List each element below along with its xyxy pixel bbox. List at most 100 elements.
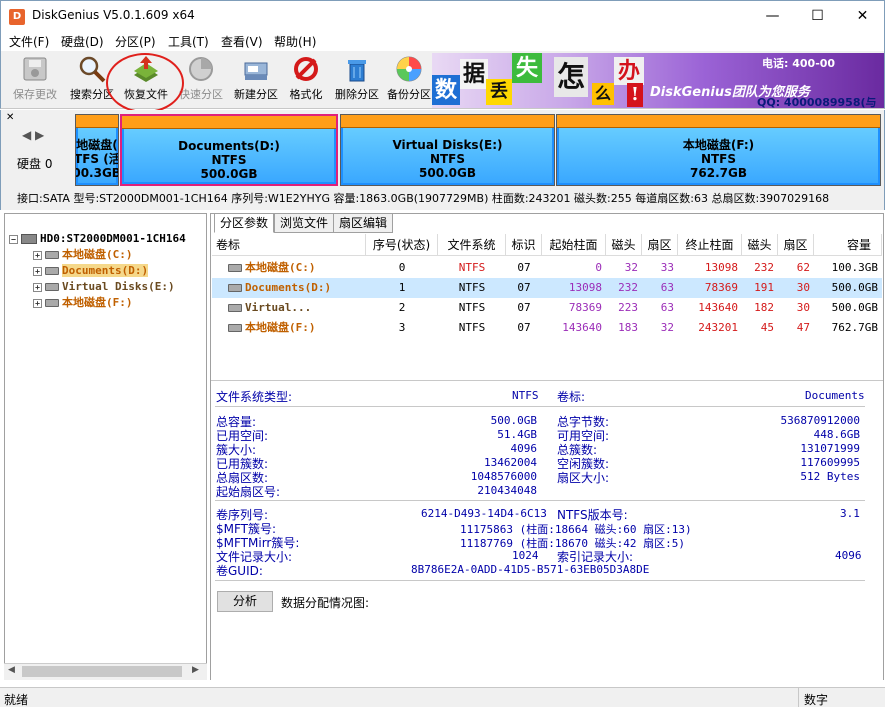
table-cell: 500.0GB: [831, 301, 878, 314]
menu-help[interactable]: 帮助(H): [274, 33, 316, 50]
partition-icon: [45, 299, 59, 307]
tab-partition-params[interactable]: 分区参数: [214, 213, 275, 233]
table-cell: 3: [398, 321, 406, 334]
menu-bar: 文件(F) 硬盘(D) 分区(P) 工具(T) 查看(V) 帮助(H): [0, 31, 885, 51]
col-header-end-head[interactable]: 磁头: [742, 234, 778, 256]
tab-sector-edit[interactable]: 扇区编辑: [333, 213, 394, 233]
menu-partition[interactable]: 分区(P): [115, 33, 156, 50]
tree-item-e[interactable]: + Virtual Disks(E:): [33, 279, 175, 295]
close-button[interactable]: ✕: [840, 1, 885, 31]
magnifier-icon: [78, 55, 106, 83]
table-cell: 191: [754, 281, 774, 294]
tab-browse-files[interactable]: 浏览文件: [274, 213, 335, 233]
backup-icon: [395, 55, 423, 83]
col-header-fs[interactable]: 文件系统: [438, 234, 506, 256]
partition-icon: [228, 324, 242, 332]
delete-partition-button[interactable]: 删除分区: [327, 55, 387, 102]
detail-left-value: 500.0GB: [490, 414, 537, 427]
table-cell: 182: [754, 301, 774, 314]
detail-left-value: 1048576000: [470, 470, 537, 483]
menu-view[interactable]: 查看(V): [221, 33, 263, 50]
col-header-id[interactable]: 标识: [506, 234, 542, 256]
table-cell: 243201: [698, 321, 738, 334]
table-cell: 762.7GB: [831, 321, 878, 334]
divider: [215, 406, 865, 407]
table-cell: 500.0GB: [831, 281, 878, 294]
banner-tile: 丢: [486, 79, 512, 105]
col-header-label[interactable]: 卷标: [212, 234, 366, 256]
tree-item-d[interactable]: + Documents(D:): [33, 263, 149, 279]
table-cell: 13098: [704, 261, 738, 274]
table-cell: 30: [796, 281, 810, 294]
save-changes-button[interactable]: 保存更改: [5, 55, 65, 102]
menu-tools[interactable]: 工具(T): [168, 33, 209, 50]
scroll-right-icon[interactable]: ▶: [192, 665, 199, 675]
table-cell: 62: [796, 261, 810, 274]
partition-block-f[interactable]: 本地磁盘(F:) NTFS 762.7GB: [556, 114, 881, 186]
detail-right-label: 扇区大小:: [557, 471, 610, 485]
numlock-indicator: 数字: [804, 693, 829, 707]
table-row[interactable]: 本地磁盘(C:) 0 NTFS 07 0 32 33 13098 232 62 100.3GB: [212, 258, 882, 278]
distribution-label: 数据分配情况图:: [281, 596, 370, 610]
status-text: 就绪: [4, 693, 29, 707]
scroll-left-icon[interactable]: ◀: [8, 665, 15, 675]
menu-disk[interactable]: 硬盘(D): [61, 33, 104, 50]
banner-tile: 失: [512, 53, 542, 83]
index-record-value: 4096: [835, 549, 862, 562]
partition-block-c[interactable]: 本地磁盘(NTFS (活动100.3GB: [75, 114, 119, 186]
partition-block-d[interactable]: Documents(D:) NTFS 500.0GB: [120, 114, 338, 186]
disk-tree: − HD0:ST2000DM001-1CH164 + 本地磁盘(C:) + Docum…: [4, 213, 207, 680]
detail-right-value: 131071999: [800, 442, 860, 455]
table-cell: 183: [618, 321, 638, 334]
table-cell: 78369: [704, 281, 738, 294]
table-cell: 本地磁盘(C:): [212, 258, 366, 278]
col-header-start-cyl[interactable]: 起始柱面: [542, 234, 606, 256]
maximize-button[interactable]: ☐: [795, 1, 840, 31]
tree-item-f[interactable]: + 本地磁盘(F:): [33, 295, 133, 311]
partition-icon: [228, 284, 242, 292]
table-row[interactable]: Documents(D:) 1 NTFS 07 13098 232 63 78369 191 30…: [212, 278, 882, 298]
banner-tile: 数: [432, 75, 460, 105]
table-cell: 143640: [698, 301, 738, 314]
detail-left-value: 210434048: [477, 484, 537, 497]
minimize-button[interactable]: —: [750, 1, 795, 31]
ad-banner[interactable]: 数 据 丢 失 怎 么 办 ! DiskGenius团队为您服务 电话: 400…: [432, 53, 884, 108]
col-header-capacity[interactable]: 容量: [814, 234, 882, 256]
disk-nav-arrows[interactable]: ◀ ▶: [22, 128, 44, 142]
banner-tile: 办: [614, 57, 644, 85]
col-header-start-head[interactable]: 磁头: [606, 234, 642, 256]
table-cell: 232: [618, 281, 638, 294]
col-header-end-sector[interactable]: 扇区: [778, 234, 814, 256]
detail-right-value: 512 Bytes: [800, 470, 860, 483]
table-cell: 63: [660, 301, 674, 314]
scrollbar-thumb[interactable]: [22, 666, 182, 677]
disk-map: ✕ ◀ ▶ 硬盘 0 本地磁盘(NTFS (活动100.3GB Document…: [0, 110, 885, 190]
format-icon: [292, 55, 320, 83]
quick-partition-icon: [187, 55, 215, 83]
col-header-end-cyl[interactable]: 终止柱面: [678, 234, 742, 256]
close-icon[interactable]: ✕: [6, 112, 14, 123]
table-cell: 0: [595, 261, 602, 274]
table-row[interactable]: 本地磁盘(F:) 3 NTFS 07 143640 183 32 243201 45 47 762.…: [212, 318, 882, 338]
backup-partition-button[interactable]: 备份分区: [379, 55, 439, 102]
table-row[interactable]: Virtual... 2 NTFS 07 78369 223 63 143640 182 30 50…: [212, 298, 882, 318]
detail-right-value: 117609995: [800, 456, 860, 469]
partition-icon: [228, 304, 242, 312]
highlight-circle: [106, 53, 184, 113]
table-cell: NTFS: [458, 321, 486, 334]
table-cell: 32: [660, 321, 674, 334]
partition-block-e[interactable]: Virtual Disks(E:) NTFS 500.0GB: [340, 114, 555, 186]
analyze-button[interactable]: 分析: [217, 591, 273, 612]
trash-icon: [343, 55, 371, 83]
file-record-value: 1024: [512, 549, 539, 562]
divider: [798, 688, 799, 707]
tree-disk-node[interactable]: − HD0:ST2000DM001-1CH164: [9, 231, 186, 247]
col-header-number[interactable]: 序号(状态): [366, 234, 438, 256]
banner-tile: 么: [592, 83, 614, 105]
tree-item-c[interactable]: + 本地磁盘(C:): [33, 247, 133, 263]
table-cell: NTFS: [458, 261, 486, 274]
table-cell: 07: [517, 321, 531, 334]
menu-file[interactable]: 文件(F): [9, 33, 49, 50]
col-header-start-sector[interactable]: 扇区: [642, 234, 678, 256]
divider: [215, 580, 865, 581]
